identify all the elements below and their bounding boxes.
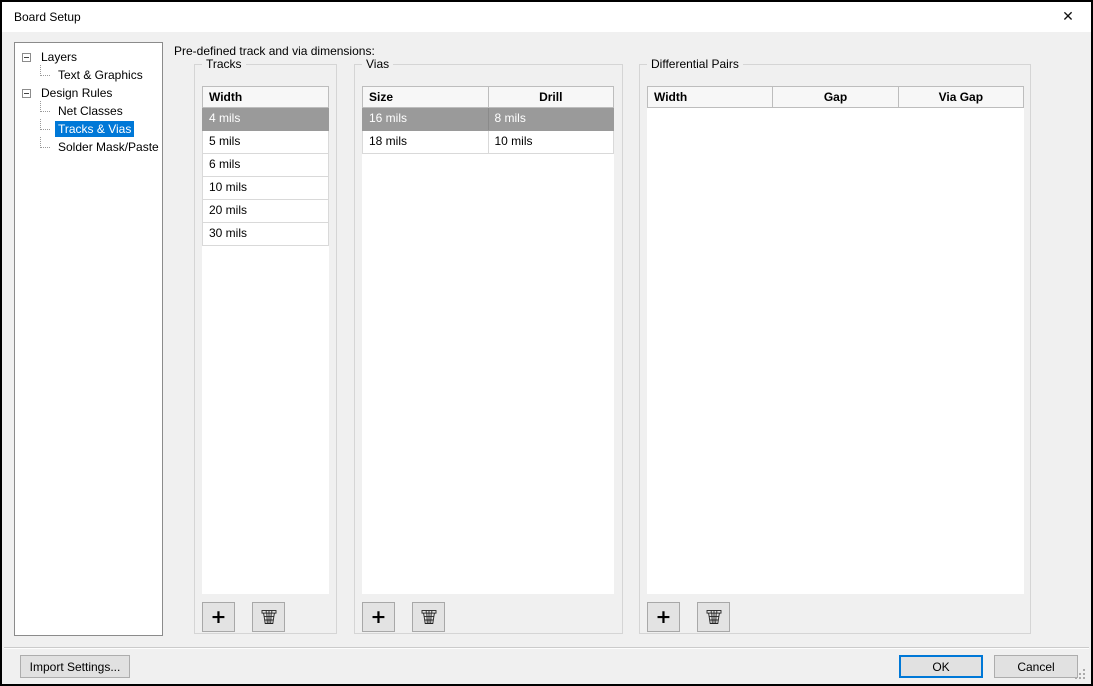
tree-connector (40, 137, 50, 148)
sidebar-item-solder-mask-paste[interactable]: Solder Mask/Paste (15, 138, 162, 156)
grid-header-row: WidthGapVia Gap (647, 86, 1024, 108)
table-cell: 20 mils (203, 200, 328, 222)
sidebar-item-tracks-vias[interactable]: Tracks & Vias (15, 120, 162, 138)
table-cell: 6 mils (203, 154, 328, 176)
table-cell: 8 mils (489, 108, 614, 130)
table-cell: 18 mils (363, 131, 489, 153)
expand-minus-icon[interactable] (22, 53, 31, 62)
sidebar-item-label: Solder Mask/Paste (55, 139, 162, 155)
differential-pairs-grid: WidthGapVia Gap (647, 86, 1024, 594)
sidebar-item-text-graphics[interactable]: Text & Graphics (15, 66, 162, 84)
column-header: Size (363, 87, 489, 107)
plus-icon: + (211, 608, 227, 627)
sidebar-item-design-rules[interactable]: Design Rules (15, 84, 162, 102)
page-heading: Pre-defined track and via dimensions: (174, 44, 375, 58)
plus-icon: + (656, 608, 672, 627)
add-differential-pair-button[interactable]: + (647, 602, 680, 632)
vias-grid-toolbar: + (362, 602, 445, 632)
delete-track-button[interactable] (252, 602, 285, 632)
table-cell: 30 mils (203, 223, 328, 245)
table-row[interactable]: 20 mils (202, 200, 329, 223)
table-row[interactable]: 18 mils10 mils (362, 131, 614, 154)
table-cell: 10 mils (203, 177, 328, 199)
column-header: Width (648, 87, 773, 107)
column-header: Via Gap (899, 87, 1023, 107)
table-cell: 4 mils (203, 108, 328, 130)
table-cell: 5 mils (203, 131, 328, 153)
vias-group-title: Vias (362, 57, 393, 71)
vias-grid: SizeDrill16 mils8 mils18 mils10 mils (362, 86, 614, 594)
expand-minus-icon[interactable] (22, 89, 31, 98)
tree-connector (40, 119, 50, 130)
sidebar-item-label: Net Classes (55, 103, 126, 119)
settings-tree: Layers Text & Graphics Design Rules Net Cla… (14, 42, 163, 636)
import-settings-button[interactable]: Import Settings... (20, 655, 130, 678)
table-row[interactable]: 4 mils (202, 108, 329, 131)
differential-pairs-group: Differential Pairs WidthGapVia Gap + (639, 64, 1031, 634)
title-bar: Board Setup ✕ (2, 2, 1091, 32)
ok-button[interactable]: OK (899, 655, 983, 678)
grid-header-row: SizeDrill (362, 86, 614, 108)
board-setup-dialog: Board Setup ✕ Layers Text & Graphics Desig… (0, 0, 1093, 686)
trash-icon (704, 607, 724, 627)
window-title: Board Setup (14, 2, 81, 32)
sidebar-item-net-classes[interactable]: Net Classes (15, 102, 162, 120)
column-header: Width (203, 87, 328, 107)
differential-pairs-group-title: Differential Pairs (647, 57, 743, 71)
plus-icon: + (371, 608, 387, 627)
close-icon[interactable]: ✕ (1045, 2, 1091, 32)
table-row[interactable]: 16 mils8 mils (362, 108, 614, 131)
column-header: Drill (489, 87, 614, 107)
vias-group: Vias SizeDrill16 mils8 mils18 mils10 mil… (354, 64, 623, 634)
tracks-group-title: Tracks (202, 57, 246, 71)
add-via-button[interactable]: + (362, 602, 395, 632)
sidebar-item-label: Tracks & Vias (55, 121, 134, 137)
sidebar-item-layers[interactable]: Layers (15, 48, 162, 66)
table-row[interactable]: 6 mils (202, 154, 329, 177)
add-track-button[interactable]: + (202, 602, 235, 632)
sidebar-item-label: Layers (38, 49, 80, 65)
tracks-grid-toolbar: + (202, 602, 285, 632)
trash-icon (419, 607, 439, 627)
tracks-group: Tracks Width4 mils5 mils6 mils10 mils20 … (194, 64, 337, 634)
column-header: Gap (773, 87, 898, 107)
sidebar-item-label: Design Rules (38, 85, 115, 101)
footer-divider (4, 647, 1089, 649)
grid-header-row: Width (202, 86, 329, 108)
tree-connector (40, 101, 50, 112)
table-row[interactable]: 30 mils (202, 223, 329, 246)
trash-icon (259, 607, 279, 627)
differential-pairs-grid-toolbar: + (647, 602, 730, 632)
tracks-grid: Width4 mils5 mils6 mils10 mils20 mils30 … (202, 86, 329, 594)
table-row[interactable]: 5 mils (202, 131, 329, 154)
table-cell: 10 mils (489, 131, 614, 153)
table-cell: 16 mils (363, 108, 489, 130)
resize-grip[interactable] (1083, 677, 1085, 679)
sidebar-item-label: Text & Graphics (55, 67, 146, 83)
delete-differential-pair-button[interactable] (697, 602, 730, 632)
delete-via-button[interactable] (412, 602, 445, 632)
tree-connector (40, 65, 50, 76)
table-row[interactable]: 10 mils (202, 177, 329, 200)
cancel-button[interactable]: Cancel (994, 655, 1078, 678)
